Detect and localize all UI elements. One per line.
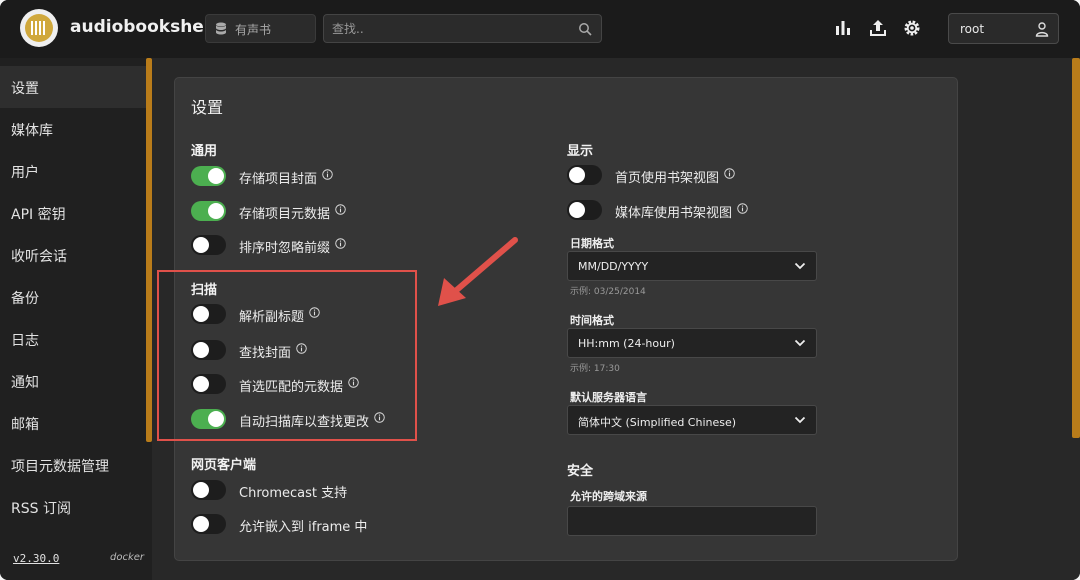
info-icon[interactable] <box>737 203 748 214</box>
language-label: 默认服务器语言 <box>570 391 647 404</box>
app-name[interactable]: audiobookshelf <box>70 17 217 37</box>
info-icon[interactable] <box>335 238 346 249</box>
store-metadata-toggle[interactable] <box>191 201 226 221</box>
logo-icon[interactable] <box>20 9 58 47</box>
section-security-title: 安全 <box>567 464 594 479</box>
sidebar-item-notifications[interactable]: 通知 <box>0 360 146 402</box>
user-icon <box>1035 22 1049 37</box>
info-icon[interactable] <box>322 169 333 180</box>
chromecast-toggle[interactable] <box>191 480 226 500</box>
sidebar-item-metadata[interactable]: 项目元数据管理 <box>0 444 146 486</box>
date-format-example: 示例: 03/25/2014 <box>570 287 646 297</box>
app-window: audiobookshelf 有声书 查找.. root 设置 媒体库 用户 A… <box>0 0 1080 580</box>
language-select[interactable]: 简体中文 (Simplified Chinese) <box>567 405 817 435</box>
library-bookshelf-toggle[interactable] <box>567 200 602 220</box>
arrow-icon <box>438 237 518 306</box>
gear-icon[interactable] <box>902 18 922 38</box>
cors-label: 允许的跨域来源 <box>570 490 647 503</box>
search-input[interactable] <box>332 20 572 38</box>
date-format-value: MM/DD/YYYY <box>578 260 649 273</box>
stats-icon[interactable] <box>833 18 853 38</box>
time-format-value: HH:mm (24-hour) <box>578 337 675 350</box>
version-link[interactable]: v2.30.0 <box>13 552 59 565</box>
sidebar-item-logs[interactable]: 日志 <box>0 318 146 360</box>
sidebar-item-rss[interactable]: RSS 订阅 <box>0 486 146 528</box>
cors-input[interactable] <box>567 506 817 536</box>
sidebar: 设置 媒体库 用户 API 密钥 收听会话 备份 日志 通知 邮箱 项目元数据管… <box>0 58 152 580</box>
home-bookshelf-toggle[interactable] <box>567 165 602 185</box>
page-title: 设置 <box>191 98 224 117</box>
date-format-label: 日期格式 <box>570 237 614 250</box>
store-covers-toggle[interactable] <box>191 166 226 186</box>
database-icon <box>216 22 226 35</box>
user-menu-button[interactable]: root <box>948 13 1059 44</box>
sidebar-item-sessions[interactable]: 收听会话 <box>0 234 146 276</box>
language-value: 简体中文 (Simplified Chinese) <box>578 416 737 429</box>
chevron-down-icon <box>794 339 806 347</box>
upload-icon[interactable] <box>868 18 888 38</box>
search-icon[interactable] <box>578 22 592 36</box>
sidebar-item-libraries[interactable]: 媒体库 <box>0 108 146 150</box>
info-icon[interactable] <box>724 168 735 179</box>
user-name: root <box>960 22 985 36</box>
library-name: 有声书 <box>235 23 272 37</box>
time-format-example: 示例: 17:30 <box>570 364 620 374</box>
time-format-select[interactable]: HH:mm (24-hour) <box>567 328 817 358</box>
allow-iframe-toggle[interactable] <box>191 514 226 534</box>
ignore-prefix-toggle[interactable] <box>191 235 226 255</box>
build-label: docker <box>110 552 145 563</box>
section-web-client-title: 网页客户端 <box>191 458 257 473</box>
main-scrollbar[interactable] <box>1072 58 1080 438</box>
sidebar-item-backups[interactable]: 备份 <box>0 276 146 318</box>
search-box[interactable] <box>323 14 602 43</box>
chevron-down-icon <box>794 262 806 270</box>
info-icon[interactable] <box>335 204 346 215</box>
top-bar: audiobookshelf 有声书 查找.. root <box>0 0 1080 58</box>
highlight-box <box>157 270 417 441</box>
sidebar-item-settings[interactable]: 设置 <box>0 66 146 108</box>
time-format-label: 时间格式 <box>570 314 614 327</box>
date-format-select[interactable]: MM/DD/YYYY <box>567 251 817 281</box>
sidebar-item-email[interactable]: 邮箱 <box>0 402 146 444</box>
sidebar-item-users[interactable]: 用户 <box>0 150 146 192</box>
section-display-title: 显示 <box>567 144 594 159</box>
chevron-down-icon <box>794 416 806 424</box>
sidebar-item-api-keys[interactable]: API 密钥 <box>0 192 146 234</box>
library-select[interactable]: 有声书 <box>205 14 316 43</box>
section-general-title: 通用 <box>191 144 218 159</box>
